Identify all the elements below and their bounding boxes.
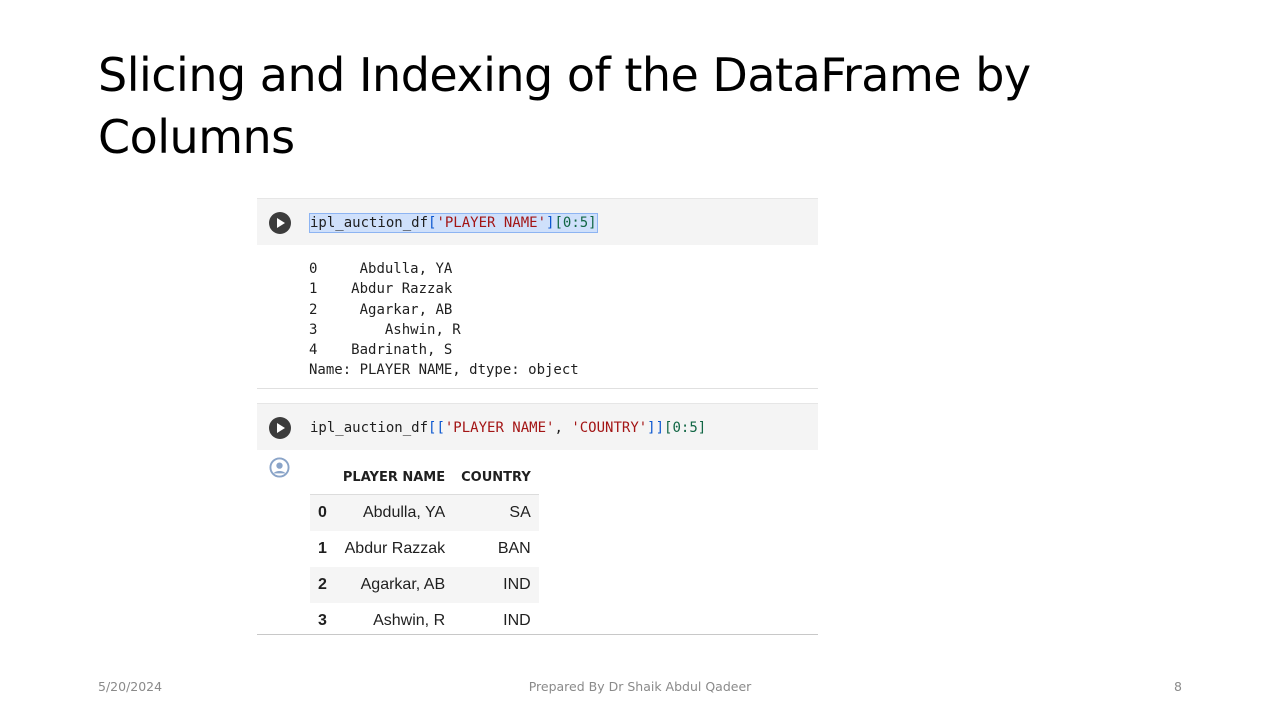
slide-title: Slicing and Indexing of the DataFrame by… — [98, 48, 1031, 164]
code-line-2[interactable]: ipl_auction_df[['PLAYER NAME', 'COUNTRY'… — [310, 419, 706, 437]
play-circle-icon[interactable] — [269, 417, 291, 439]
column-header: COUNTRY — [453, 460, 539, 495]
code-bracket-open: [[ — [428, 420, 445, 436]
code-variable: ipl_auction_df — [310, 215, 429, 231]
series-output: 0 Abdulla, YA 1 Abdur Razzak 2 Agarkar, AB… — [309, 259, 579, 381]
output-index: 0 — [309, 261, 318, 277]
output-value: Abdur Razzak — [351, 281, 453, 298]
page-number: 8 — [1174, 679, 1182, 694]
output-row: 4 Badrinath, S — [309, 340, 579, 360]
row-index: 1 — [318, 540, 327, 557]
code-string: 'COUNTRY' — [571, 420, 648, 436]
output-index: 4 — [309, 342, 318, 359]
output-dtype: Name: PLAYER NAME, dtype: object — [309, 362, 579, 379]
output-index: 3 — [309, 321, 318, 338]
code-cell-1[interactable]: ipl_auction_df['PLAYER NAME'][0:5] — [257, 198, 818, 245]
cell-player-name: Abdur Razzak — [344, 540, 446, 557]
user-circle-icon[interactable] — [269, 457, 290, 478]
output-index: 1 — [309, 281, 318, 298]
code-string: 'PLAYER NAME' — [444, 420, 555, 436]
code-variable: ipl_auction_df — [310, 420, 429, 436]
code-cell-2[interactable]: ipl_auction_df[['PLAYER NAME', 'COUNTRY'… — [257, 403, 818, 450]
code-string: 'PLAYER NAME' — [436, 215, 547, 231]
dataframe-table: PLAYER NAME COUNTRY 0 Abdulla, YA SA 1 A… — [310, 460, 539, 639]
column-header — [310, 460, 335, 495]
code-comma: , — [554, 420, 572, 436]
output-value: Ashwin, R — [384, 321, 461, 338]
column-header: PLAYER NAME — [334, 460, 454, 495]
screenshot-bottom-border — [257, 634, 818, 635]
output-row: 1 Abdur Razzak — [309, 279, 579, 299]
cell-country: BAN — [497, 540, 531, 557]
play-circle-icon[interactable] — [269, 212, 291, 234]
cell-player-name: Agarkar, AB — [334, 567, 454, 603]
code-line-1[interactable]: ipl_auction_df['PLAYER NAME'][0:5] — [309, 213, 598, 233]
notebook-screenshot: ipl_auction_df['PLAYER NAME'][0:5] 0 Abd… — [257, 198, 818, 636]
code-slice: [0:5] — [554, 215, 597, 231]
row-index: 0 — [310, 494, 335, 531]
output-index: 2 — [309, 301, 318, 318]
output-value: Agarkar, AB — [359, 301, 453, 318]
code-slice: [0:5] — [664, 420, 707, 436]
footer-author: Prepared By Dr Shaik Abdul Qadeer — [528, 679, 752, 694]
table-row: 1 Abdur Razzak BAN — [310, 531, 539, 567]
table-row: 2 Agarkar, AB IND — [310, 567, 539, 603]
row-index: 2 — [310, 567, 335, 603]
output-row: 0 Abdulla, YA — [309, 259, 579, 279]
cell-player-name: Abdulla, YA — [334, 494, 454, 531]
table-header-row: PLAYER NAME COUNTRY — [310, 460, 539, 495]
output-value: Badrinath, S — [351, 342, 453, 359]
cell-divider — [257, 388, 818, 389]
cell-country: IND — [453, 567, 539, 603]
cell-country: SA — [453, 494, 539, 531]
code-bracket-close: ]] — [647, 420, 665, 436]
table-row: 0 Abdulla, YA SA — [310, 494, 539, 531]
output-row: 2 Agarkar, AB — [309, 300, 579, 320]
output-row: 3 Ashwin, R — [309, 320, 579, 340]
output-value: Abdulla, YA — [359, 261, 453, 277]
